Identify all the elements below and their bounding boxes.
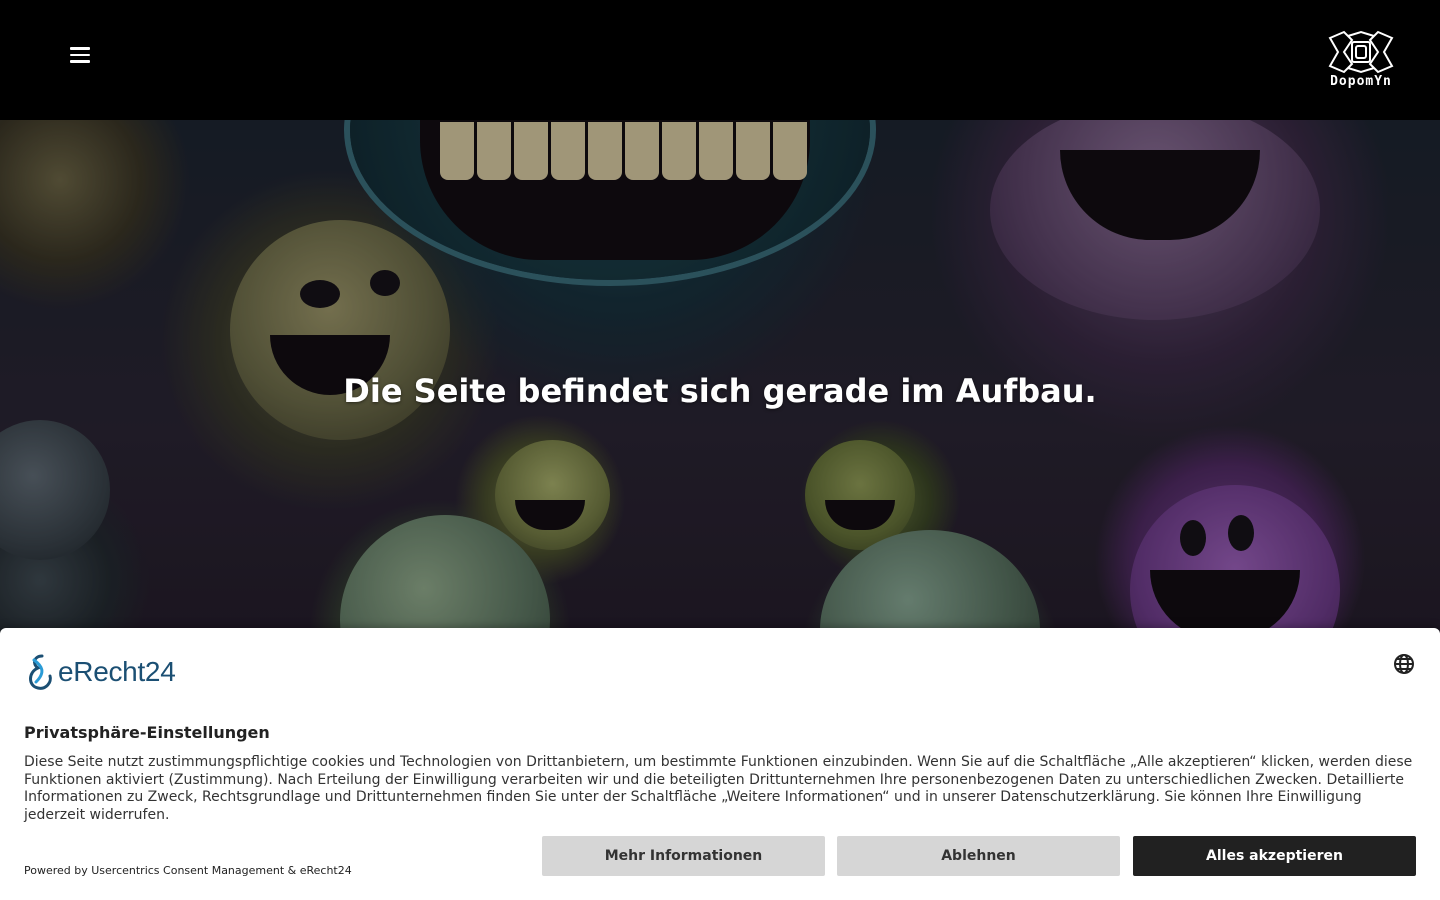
logo-wordmark: DopomYn [1330,74,1392,89]
site-header: DopomYn [0,0,1440,120]
hamburger-line [70,47,90,50]
erecht24-logo: eRecht24 [24,652,176,692]
globe-icon[interactable] [1392,652,1416,676]
menu-button[interactable] [62,38,98,72]
more-info-button[interactable]: Mehr Informationen [542,836,825,876]
hero-title: Die Seite befindet sich gerade im Aufbau… [343,372,1097,410]
site-logo[interactable]: DopomYn [1318,30,1404,90]
powered-by-text: Powered by Usercentrics Consent Manageme… [24,864,352,877]
consent-description: Diese Seite nutzt zustimmungspflichtige … [24,754,1413,823]
decline-button[interactable]: Ablehnen [837,836,1120,876]
hamburger-line [70,53,90,57]
accept-all-button[interactable]: Alles akzeptieren [1133,836,1416,876]
cookie-consent-banner: eRecht24 Privatsphäre-Einstellungen Dies… [0,628,1440,900]
erecht24-mark-icon [29,654,52,690]
consent-title: Privatsphäre-Einstellungen [24,723,270,742]
hamburger-line [70,60,90,63]
erecht24-wordmark: eRecht24 [58,656,176,687]
logo-emblem-icon [1328,30,1394,74]
